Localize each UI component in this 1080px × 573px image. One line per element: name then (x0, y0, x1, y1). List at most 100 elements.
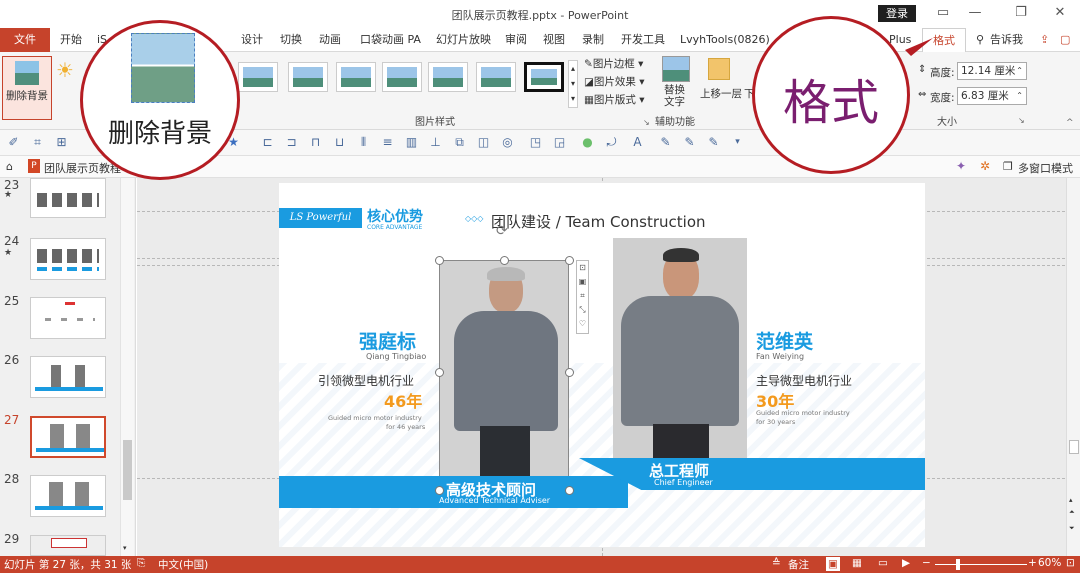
bring-forward-icon[interactable] (708, 58, 730, 80)
eyedropper2-icon[interactable]: ✎ (682, 135, 697, 150)
tab-design[interactable]: 设计 (241, 28, 263, 52)
tab-slideshow[interactable]: 幻灯片放映 (436, 28, 491, 52)
slide-thumbnail-26[interactable] (30, 356, 106, 398)
picture-effects-button[interactable]: ◪图片效果 ▾ (584, 74, 645, 89)
slide-thumbnail-25[interactable] (30, 297, 106, 339)
eyedropper3-icon[interactable]: ✎ (706, 135, 721, 150)
text-resize-handle[interactable] (565, 486, 574, 495)
resize-handle[interactable] (565, 368, 574, 377)
slide-thumbnail-23[interactable] (30, 178, 106, 218)
layers-icon[interactable]: ◫ (476, 135, 491, 150)
settings-gear-icon[interactable]: ✲ (980, 159, 990, 173)
resize-handle[interactable] (435, 368, 444, 377)
picture-style-5[interactable] (428, 62, 468, 92)
close-icon[interactable]: ✕ (1045, 2, 1075, 24)
login-button[interactable]: 登录 (878, 5, 916, 22)
pattern-icon[interactable]: ◎ (500, 135, 515, 150)
format-painter-icon[interactable]: ✐ (6, 135, 21, 150)
copy-icon[interactable]: ⧉ (452, 135, 467, 150)
group-icon[interactable]: ⊞ (54, 135, 69, 150)
align-left-icon[interactable]: ⊏ (260, 135, 275, 150)
tab-developer[interactable]: 开发工具 (621, 28, 665, 52)
corrections-icon[interactable]: ☀ (56, 58, 74, 82)
tell-me-box[interactable]: 告诉我 (990, 28, 1023, 52)
align-middle-icon[interactable]: ⊔ (332, 135, 347, 150)
bring-forward-button[interactable]: 上移一层 (700, 86, 742, 101)
text-resize-handle[interactable] (435, 486, 444, 495)
size-dialog-launcher-icon[interactable]: ↘ (1018, 116, 1025, 125)
fill-color-icon[interactable]: ● (580, 135, 595, 150)
minimize-icon[interactable]: — (960, 2, 990, 24)
slide-thumbnail-24[interactable] (30, 238, 106, 280)
picture-layout-button[interactable]: ▦图片版式 ▾ (584, 92, 645, 107)
tab-home[interactable]: 开始 (60, 28, 82, 52)
canvas-scrollbar[interactable]: ▴ ⏶ ⏷ (1066, 178, 1080, 556)
alt-text-label[interactable]: 替换 文字 (664, 84, 690, 108)
distribute-h-icon[interactable]: ⫴ (356, 135, 371, 150)
fit-to-window-icon[interactable]: ⊡ (1066, 557, 1075, 569)
resize-handle[interactable] (565, 256, 574, 265)
zoom-out-icon[interactable]: − (922, 557, 931, 569)
picture-style-7[interactable] (524, 62, 564, 92)
tab-file[interactable]: 文件 (0, 28, 50, 52)
styles-scroll[interactable]: ▴ ▾ ▾ (568, 60, 578, 108)
tab-lvyhtools[interactable]: LvyhTools(0826) (680, 28, 770, 52)
picture-icon[interactable]: ▣ (577, 275, 588, 289)
multiwindow-button[interactable]: 多窗口模式 (1018, 160, 1073, 176)
notes-button[interactable]: 备注 (788, 557, 809, 572)
slide-sorter-icon[interactable]: ▦ (852, 557, 862, 569)
multiwindow-icon[interactable]: ❐ (1003, 160, 1013, 173)
zoom-slider-thumb[interactable] (956, 559, 960, 570)
search-icon[interactable]: ⚲ (976, 28, 984, 52)
align-center-icon[interactable]: ⊐ (284, 135, 299, 150)
home-icon[interactable]: ⌂ (6, 160, 13, 173)
ribbon-display-icon[interactable]: ▭ (928, 2, 958, 24)
photo-qiang-tingbiao[interactable] (439, 260, 569, 481)
picture-style-3[interactable] (336, 62, 376, 92)
align-bottom-icon[interactable]: ⊥ (428, 135, 443, 150)
reading-view-icon[interactable]: ▭ (878, 557, 888, 569)
previous-slide-icon[interactable]: ⏶ (1069, 508, 1075, 517)
zoom-level[interactable]: 60% (1038, 557, 1061, 569)
picture-style-1[interactable] (238, 62, 278, 92)
zoom-slider[interactable] (935, 564, 1027, 565)
crop-icon[interactable]: ⌗ (30, 135, 45, 150)
plugin-icon[interactable]: ✦ (956, 159, 966, 173)
distribute-v-icon[interactable]: ≡ (380, 135, 395, 150)
restore-icon[interactable]: ❐ (1006, 2, 1036, 24)
collapse-ribbon-icon[interactable]: ^ (1066, 118, 1074, 128)
picture-border-button[interactable]: ✎图片边框 ▾ (584, 56, 643, 71)
spellcheck-icon[interactable]: ⎘ (137, 557, 145, 570)
tab-review[interactable]: 审阅 (505, 28, 527, 52)
share-icon[interactable]: ⇪ (1040, 28, 1049, 52)
rotate-icon[interactable]: ⤾ (604, 135, 619, 150)
tab-pocket-animation[interactable]: 口袋动画 PA (360, 28, 421, 52)
scroll-down-icon[interactable]: ▾ (123, 544, 127, 552)
slide-thumbnail-28[interactable] (30, 475, 106, 517)
language[interactable]: 中文(中国) (158, 557, 208, 572)
heart-icon[interactable]: ♡ (577, 317, 588, 331)
more-tools-icon[interactable]: ▾ (730, 135, 745, 150)
tab-animations[interactable]: 动画 (319, 28, 341, 52)
width-input[interactable]: 6.83 厘米 ⌃ (957, 87, 1027, 105)
alt-text-icon[interactable] (662, 56, 690, 82)
tab-view[interactable]: 视图 (543, 28, 565, 52)
notes-icon[interactable]: ≙ (772, 557, 781, 569)
bar-chart-icon[interactable]: ▥ (404, 135, 419, 150)
picture-style-6[interactable] (476, 62, 516, 92)
zoom-in-icon[interactable]: + (1028, 557, 1037, 569)
thumbnail-scrollbar[interactable]: ▾ (120, 178, 134, 556)
comment-icon[interactable]: ▢ (1060, 28, 1070, 52)
next-slide-icon[interactable]: ⏷ (1069, 524, 1075, 533)
shape-union-icon[interactable]: ◳ (528, 135, 543, 150)
tab-transitions[interactable]: 切换 (280, 28, 302, 52)
slide-27[interactable]: LS Powerful 核心优势 CORE ADVANTAGE ◇◇◇ 团队建设… (279, 183, 925, 547)
remove-background-button[interactable]: 删除背景 (2, 56, 52, 120)
height-input[interactable]: 12.14 厘米 ⌃ (957, 62, 1027, 80)
slide-thumbnail-27[interactable] (30, 416, 106, 458)
resize-handle[interactable] (500, 256, 509, 265)
layout-options-toolbar[interactable]: ⊡ ▣ ⌗ ⤡ ♡ (576, 260, 589, 334)
slide-thumbnail-29[interactable] (30, 535, 106, 556)
picture-style-4[interactable] (382, 62, 422, 92)
rotate-handle-icon[interactable]: ⟳ (496, 223, 508, 239)
